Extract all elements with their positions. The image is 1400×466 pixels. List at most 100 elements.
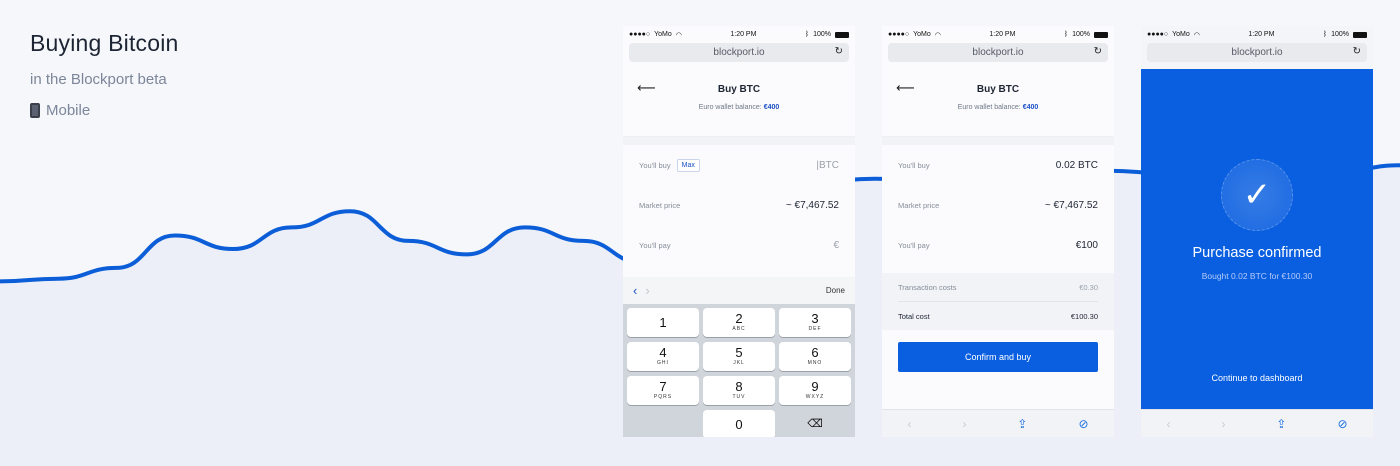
field-navigation: ‹ › [633, 283, 650, 298]
battery-icon [835, 31, 849, 38]
back-arrow-icon[interactable]: ⟵ [637, 80, 656, 96]
key-empty [627, 410, 699, 437]
mobile-phone-icon [30, 103, 40, 118]
key-digit: 2 [735, 311, 743, 326]
key-6[interactable]: 6 MNO [779, 342, 851, 371]
key-digit: 7 [659, 379, 667, 394]
order-summary: You'll buy 0.02 BTC Market price ~ €7,46… [882, 145, 1114, 265]
pay-amount-row[interactable]: You'll pay €100 [882, 225, 1114, 265]
buy-amount-label: You'll buy [898, 160, 930, 170]
balance-label: Euro wallet balance: [698, 104, 762, 111]
reload-icon[interactable]: ↻ [1353, 46, 1361, 57]
reload-icon[interactable]: ↻ [1094, 46, 1102, 57]
compass-icon[interactable]: ⊘ [1337, 417, 1347, 431]
transaction-costs-value: €0.30 [1079, 282, 1098, 292]
key-letters: GHI [657, 360, 669, 366]
total-cost-row: Total cost €100.30 [882, 302, 1114, 330]
key-2[interactable]: 2 ABC [703, 308, 775, 337]
key-letters: WXYZ [805, 394, 825, 400]
address-bar[interactable]: blockport.io ↻ [1147, 43, 1367, 62]
key-7[interactable]: 7 PQRS [627, 376, 699, 405]
key-3[interactable]: 3 DEF [779, 308, 851, 337]
max-button[interactable]: Max [676, 158, 700, 172]
phone-screen-purchase-confirmed: ●●●●○ YoMo ◠ 1:20 PM ᛒ 100% blockport.io ↻ … [1141, 26, 1373, 437]
buy-amount-label-group: You'll buy Max [639, 158, 700, 172]
screen-title: Buy BTC [976, 84, 1020, 95]
market-price-label: Market price [639, 200, 681, 210]
screen-header: ⟵ Buy BTC Euro wallet balance: €400 [623, 70, 855, 137]
battery-icon [1353, 31, 1367, 38]
clock: 1:20 PM [989, 31, 1016, 38]
next-field-icon[interactable]: › [645, 283, 649, 298]
carrier-name: YoMo [1172, 31, 1190, 38]
intro-block: Buying Bitcoin in the Blockport beta Mob… [30, 30, 179, 119]
buy-amount-input[interactable]: |BTC [816, 160, 839, 171]
market-price-label: Market price [898, 200, 940, 210]
url-text: blockport.io [1231, 47, 1283, 58]
buy-amount-row[interactable]: You'll buy Max |BTC [623, 145, 855, 185]
total-cost-value: €100.30 [1070, 311, 1098, 321]
cost-breakdown: Transaction costs €0.30 Total cost €100.… [882, 273, 1114, 330]
confirmation-subtitle: Bought 0.02 BTC for €100.30 [1201, 271, 1313, 281]
reload-icon[interactable]: ↻ [835, 46, 843, 57]
compass-icon[interactable]: ⊘ [1078, 417, 1088, 431]
browser-forward-icon[interactable]: › [1221, 417, 1225, 431]
share-icon[interactable]: ⇪ [1276, 417, 1286, 431]
buy-amount-label: You'll buy [639, 160, 671, 170]
device-label: Mobile [30, 102, 179, 119]
browser-back-icon[interactable]: ‹ [1166, 417, 1170, 431]
buy-amount-row[interactable]: You'll buy 0.02 BTC [882, 145, 1114, 185]
buy-amount-value[interactable]: 0.02 BTC [1056, 160, 1098, 171]
wifi-icon: ◠ [1193, 31, 1200, 39]
total-cost-label: Total cost [898, 311, 930, 321]
key-4[interactable]: 4 GHI [627, 342, 699, 371]
wifi-icon: ◠ [934, 31, 941, 39]
phone-screen-buy-input: ●●●●○ YoMo ◠ 1:20 PM ᛒ 100% blockport.io ↻ … [623, 26, 855, 437]
key-1[interactable]: 1 [627, 308, 699, 337]
numeric-keyboard: ‹ › Done 1 2 ABC 3 DEF 4 GHI 5 JKL 6 MNO 7 PQRS… [623, 277, 855, 437]
key-9[interactable]: 9 WXYZ [779, 376, 851, 405]
battery-percent: 100% [1331, 31, 1349, 38]
bluetooth-icon: ᛒ [804, 31, 810, 38]
wifi-icon: ◠ [675, 31, 682, 39]
key-digit: 8 [735, 379, 743, 394]
key-digit: 3 [811, 311, 819, 326]
key-8[interactable]: 8 TUV [703, 376, 775, 405]
transaction-costs-label: Transaction costs [898, 282, 957, 292]
browser-back-icon[interactable]: ‹ [907, 417, 911, 431]
browser-toolbar: ‹ › ⇪ ⊘ [882, 409, 1114, 437]
back-arrow-icon[interactable]: ⟵ [896, 80, 915, 96]
key-letters: MNO [807, 360, 823, 366]
key-letters: JKL [733, 360, 745, 366]
continue-to-dashboard-link[interactable]: Continue to dashboard [1141, 373, 1373, 383]
key-letters: PQRS [653, 394, 673, 400]
key-digit: 6 [811, 345, 819, 360]
page-subtitle: in the Blockport beta [30, 71, 167, 88]
confirmation-panel: ✓ Purchase confirmed Bought 0.02 BTC for… [1141, 69, 1373, 409]
device-label-text: Mobile [46, 102, 91, 119]
page-title: Buying Bitcoin [30, 30, 179, 56]
share-icon[interactable]: ⇪ [1017, 417, 1027, 431]
backspace-icon[interactable]: ⌫ [779, 410, 851, 437]
key-0[interactable]: 0 [703, 410, 775, 437]
pay-amount-input[interactable]: € [833, 240, 839, 251]
key-digit: 0 [735, 417, 743, 432]
pay-amount-value[interactable]: €100 [1076, 240, 1098, 251]
confirm-and-buy-button[interactable]: Confirm and buy [898, 342, 1098, 372]
keyboard-toolbar: ‹ › Done [623, 277, 855, 304]
confirmation-title: Purchase confirmed [1192, 245, 1322, 261]
bluetooth-icon: ᛒ [1322, 31, 1328, 38]
pay-amount-row[interactable]: You'll pay € [623, 225, 855, 265]
wallet-balance: Euro wallet balance: €400 [623, 104, 855, 111]
previous-field-icon[interactable]: ‹ [633, 283, 637, 298]
browser-forward-icon[interactable]: › [962, 417, 966, 431]
done-button[interactable]: Done [826, 286, 845, 295]
clock: 1:20 PM [1248, 31, 1275, 38]
signal-icon: ●●●●○ [629, 31, 651, 38]
url-text: blockport.io [713, 47, 765, 58]
key-5[interactable]: 5 JKL [703, 342, 775, 371]
section-gap [623, 137, 855, 145]
address-bar[interactable]: blockport.io ↻ [629, 43, 849, 62]
balance-label: Euro wallet balance: [957, 104, 1021, 111]
address-bar[interactable]: blockport.io ↻ [888, 43, 1108, 62]
